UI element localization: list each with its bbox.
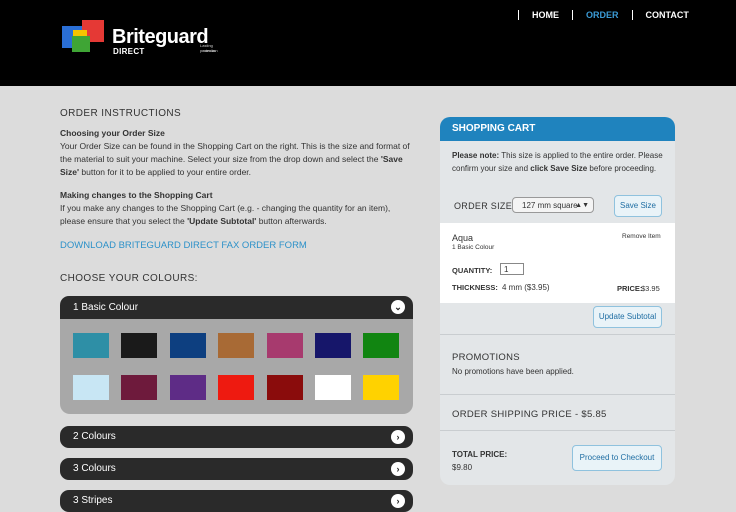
download-fax-form-link[interactable]: DOWNLOAD BRITEGUARD DIRECT FAX ORDER FOR… (60, 240, 415, 251)
changes-block: Making changes to the Shopping Cart If y… (60, 189, 415, 228)
swatch-purple[interactable] (170, 375, 206, 400)
price-value: $3.95 (641, 284, 660, 293)
update-subtotal-button[interactable]: Update Subtotal (593, 306, 662, 328)
swatch-navy[interactable] (170, 333, 206, 358)
swatch-black[interactable] (121, 333, 157, 358)
swatch-white[interactable] (315, 375, 351, 400)
cart-divider (440, 334, 675, 335)
swatch-maroon[interactable] (121, 375, 157, 400)
site-header: Briteguard DIRECT .com.au Lasting protec… (0, 0, 736, 86)
swatch-dark-red[interactable] (267, 375, 303, 400)
thickness-label: THICKNESS: (452, 283, 498, 292)
chevron-right-icon[interactable]: › (391, 462, 405, 476)
promotions-text: No promotions have been applied. (452, 367, 574, 376)
choose-colours-heading: CHOOSE YOUR COLOURS: (60, 273, 198, 284)
accordion-3-stripes[interactable]: 3 Stripes › (60, 490, 413, 512)
order-instructions: ORDER INSTRUCTIONS Choosing your Order S… (60, 100, 415, 284)
note-bold: Please note: (452, 151, 500, 160)
accordion-2-colours[interactable]: 2 Colours › (60, 426, 413, 448)
item-subtitle: 1 Basic Colour (452, 244, 495, 251)
note-text-2: before proceeding. (587, 164, 657, 173)
order-size-select[interactable]: 127 mm square ▲▼ (512, 197, 594, 213)
briteguard-logo[interactable]: Briteguard DIRECT .com.au Lasting protec… (60, 20, 220, 60)
logo-tagline: Lasting protection (200, 43, 218, 53)
cart-divider (440, 394, 675, 395)
accordion-label: 3 Stripes (73, 495, 113, 506)
choosing-text-1: Your Order Size can be found in the Shop… (60, 141, 410, 164)
logo-square-green (72, 36, 90, 52)
thickness-value[interactable]: 4 mm ($3.95) (502, 283, 550, 292)
quantity-input[interactable]: 1 (500, 263, 524, 275)
logo-brand: Briteguard (112, 26, 209, 48)
choosing-title: Choosing your Order Size (60, 128, 165, 138)
nav-home[interactable]: HOME (532, 10, 559, 20)
swatch-green[interactable] (363, 333, 399, 358)
instructions-heading: ORDER INSTRUCTIONS (60, 108, 182, 119)
changes-text-2: button afterwards. (256, 216, 327, 226)
changes-title: Making changes to the Shopping Cart (60, 190, 213, 200)
cart-item: Aqua 1 Basic Colour Remove Item QUANTITY… (440, 223, 675, 303)
logo-sub: DIRECT (113, 47, 145, 56)
nav-divider (631, 10, 633, 20)
accordion-3-colours[interactable]: 3 Colours › (60, 458, 413, 480)
shipping-price: ORDER SHIPPING PRICE - $5.85 (452, 409, 607, 420)
proceed-to-checkout-button[interactable]: Proceed to Checkout (572, 445, 662, 471)
swatch-light-blue[interactable] (73, 375, 109, 400)
changes-bold: 'Update Subtotal' (187, 216, 257, 226)
nav-divider (518, 10, 519, 20)
accordion-label: 3 Colours (73, 463, 116, 474)
swatch-yellow[interactable] (363, 375, 399, 400)
accordion-label: 2 Colours (73, 431, 116, 442)
quantity-label: QUANTITY: (452, 266, 493, 275)
swatch-red[interactable] (218, 375, 254, 400)
note-bold-2: click Save Size (530, 164, 588, 173)
select-arrows-icon: ▲▼ (575, 202, 589, 209)
main-nav: HOME ORDER CONTACT (505, 10, 689, 20)
nav-divider (572, 10, 573, 20)
swatch-aqua[interactable] (73, 333, 109, 358)
shopping-cart: SHOPPING CART Please note: This size is … (440, 117, 675, 485)
cart-note: Please note: This size is applied to the… (440, 141, 675, 175)
swatch-dark-blue[interactable] (315, 333, 351, 358)
order-size-label: ORDER SIZE: (454, 201, 515, 211)
choosing-size-block: Choosing your Order Size Your Order Size… (60, 127, 415, 179)
chevron-down-icon[interactable]: ⌄ (391, 300, 405, 314)
nav-contact[interactable]: CONTACT (646, 10, 689, 20)
price-label: PRICE: (617, 284, 643, 293)
swatch-magenta[interactable] (267, 333, 303, 358)
cart-divider (440, 430, 675, 431)
nav-order[interactable]: ORDER (586, 10, 619, 20)
remove-item-link[interactable]: Remove Item (622, 233, 661, 240)
choosing-text-2: button for it to be applied to your enti… (79, 167, 252, 177)
order-size-value: 127 mm square (522, 201, 578, 210)
accordion-label: 1 Basic Colour (73, 302, 139, 313)
total-price-value: $9.80 (452, 463, 473, 472)
colour-swatch-panel (60, 319, 413, 414)
total-price-label: TOTAL PRICE: (452, 450, 508, 459)
promotions-title: PROMOTIONS (452, 352, 520, 363)
chevron-right-icon[interactable]: › (391, 430, 405, 444)
cart-title: SHOPPING CART (440, 117, 675, 141)
chevron-right-icon[interactable]: › (391, 494, 405, 508)
swatch-brown[interactable] (218, 333, 254, 358)
accordion-1-basic-colour[interactable]: 1 Basic Colour ⌄ (60, 296, 413, 320)
item-name: Aqua (452, 233, 474, 243)
save-size-button[interactable]: Save Size (614, 195, 662, 217)
